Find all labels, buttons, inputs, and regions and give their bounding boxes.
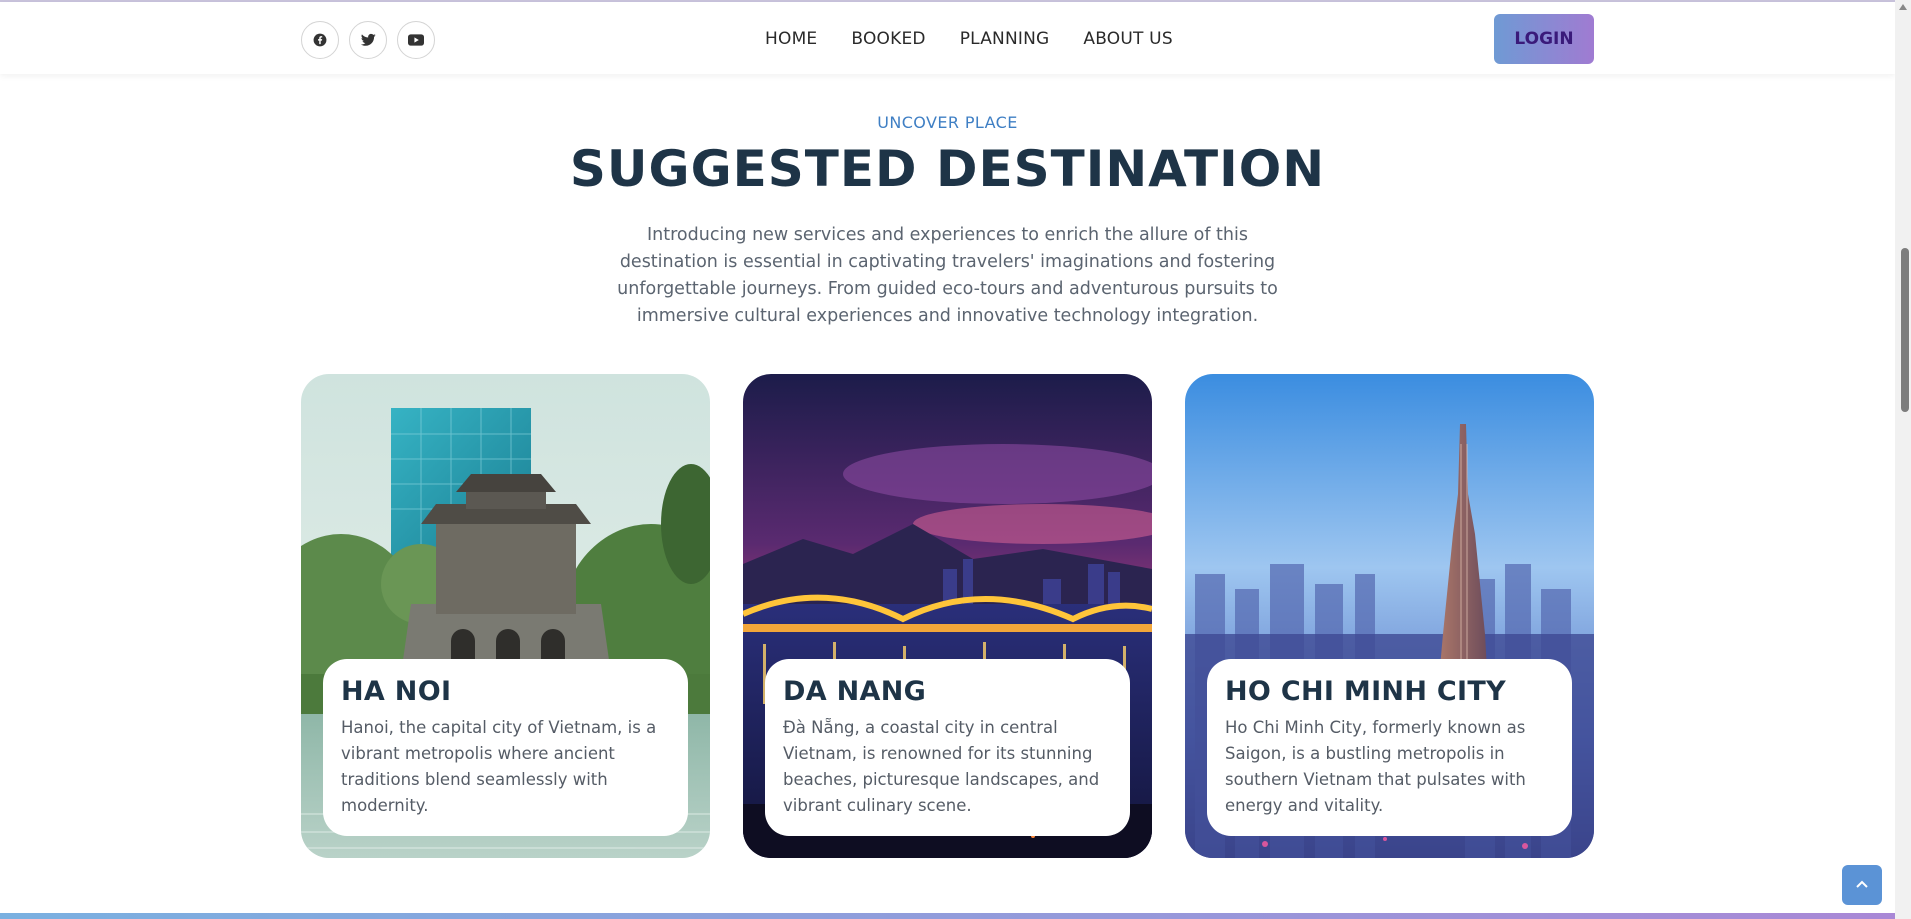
destination-card-ha-noi[interactable]: HA NOI Hanoi, the capital city of Vietna… <box>301 374 710 858</box>
destination-info-da-nang: DA NANG Đà Nẵng, a coastal city in centr… <box>765 659 1130 836</box>
facebook-icon <box>313 33 327 47</box>
nav-about-us[interactable]: ABOUT US <box>1083 29 1172 49</box>
nav-planning[interactable]: PLANNING <box>960 29 1050 49</box>
footer-gradient-bar <box>0 913 1895 919</box>
destination-title: HO CHI MINH CITY <box>1225 676 1506 707</box>
destination-title: HA NOI <box>341 676 452 707</box>
nav-home[interactable]: HOME <box>765 29 817 49</box>
scroll-up-arrow-icon[interactable] <box>1899 4 1907 10</box>
destination-description: Ho Chi Minh City, formerly known as Saig… <box>1225 718 1526 815</box>
section-intro: Introducing new services and experiences… <box>617 225 1278 326</box>
scrollbar-thumb[interactable] <box>1901 248 1909 412</box>
facebook-button[interactable] <box>301 21 339 59</box>
youtube-icon <box>408 34 424 46</box>
nav-booked[interactable]: BOOKED <box>851 29 925 49</box>
main-nav: HOME BOOKED PLANNING ABOUT US <box>765 29 1173 49</box>
section-title: SUGGESTED DESTINATION <box>569 140 1326 198</box>
section-eyebrow: UNCOVER PLACE <box>877 113 1018 132</box>
back-to-top-button[interactable] <box>1842 865 1882 905</box>
destination-info-ha-noi: HA NOI Hanoi, the capital city of Vietna… <box>323 659 688 836</box>
twitter-icon <box>360 33 376 46</box>
social-links <box>301 21 435 59</box>
destination-title: DA NANG <box>783 676 927 707</box>
destination-info-ho-chi-minh-city: HO CHI MINH CITY Ho Chi Minh City, forme… <box>1207 659 1572 836</box>
page-scrollbar[interactable] <box>1895 0 1911 919</box>
destination-card-da-nang[interactable]: DA NANG Đà Nẵng, a coastal city in centr… <box>743 374 1152 858</box>
destination-description: Hanoi, the capital city of Vietnam, is a… <box>341 718 657 815</box>
site-header: HOME BOOKED PLANNING ABOUT US LOGIN <box>0 2 1895 74</box>
twitter-button[interactable] <box>349 21 387 59</box>
destination-description: Đà Nẵng, a coastal city in central Vietn… <box>783 718 1100 815</box>
login-button[interactable]: LOGIN <box>1494 14 1594 64</box>
chevron-up-icon <box>1856 880 1868 888</box>
youtube-button[interactable] <box>397 21 435 59</box>
destination-card-ho-chi-minh-city[interactable]: HO CHI MINH CITY Ho Chi Minh City, forme… <box>1185 374 1594 858</box>
